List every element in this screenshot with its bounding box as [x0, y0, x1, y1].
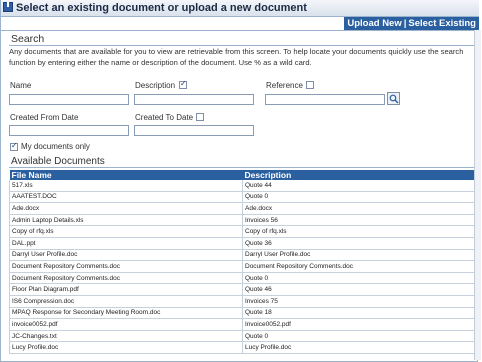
description-cell: Quote 0 — [242, 191, 475, 204]
table-row[interactable]: DAL.ppt Quote 36 — [9, 237, 475, 250]
reference-label: Reference — [266, 81, 303, 90]
name-input[interactable] — [9, 94, 129, 105]
description-cell: Invoices 56 — [242, 214, 475, 227]
table-row[interactable]: MPAQ Response for Secondary Meeting Room… — [9, 307, 475, 320]
search-button[interactable] — [387, 92, 400, 105]
document-dialog: Select an existing document or upload a … — [0, 0, 479, 362]
created-to-checkbox[interactable] — [196, 113, 204, 121]
table-row[interactable]: JC-Changes.txt Quote 0 — [9, 330, 475, 343]
tab-separator: | — [403, 18, 407, 29]
description-cell: Quote 36 — [242, 237, 475, 250]
file-name-cell[interactable]: Ade.docx — [9, 202, 243, 215]
description-cell: Copy of rfq.xls — [242, 225, 475, 238]
description-cell: Invoice0052.pdf — [242, 318, 475, 331]
reference-checkbox[interactable] — [306, 81, 314, 89]
table-row[interactable]: IS6 Compression.doc Invoices 75 — [9, 295, 475, 308]
table-row[interactable]: Ade.docx Ade.docx — [9, 202, 475, 215]
description-cell: Quote 44 — [242, 180, 475, 192]
search-heading: Search — [11, 33, 45, 45]
description-checkbox[interactable] — [179, 79, 187, 89]
vertical-scrollbar[interactable] — [474, 30, 481, 360]
file-name-cell[interactable]: Document Repository Comments.doc — [9, 260, 243, 273]
table-header-row: File Name Description — [9, 170, 475, 180]
table-row[interactable]: 517.xls Quote 44 — [9, 180, 475, 192]
description-cell: Quote 0 — [242, 330, 475, 343]
table-row[interactable]: Floor Plan Diagram.pdf Quote 46 — [9, 283, 475, 296]
file-name-cell[interactable]: DAL.ppt — [9, 237, 243, 250]
description-input[interactable] — [134, 94, 254, 105]
magnifier-icon — [389, 94, 399, 104]
my-documents-checkbox[interactable] — [10, 141, 18, 151]
table-row[interactable]: Darryl User Profile.doc Darryl User Profi… — [9, 249, 475, 262]
table-row[interactable]: invoice0052.pdf Invoice0052.pdf — [9, 318, 475, 331]
file-name-cell[interactable]: 517.xls — [9, 180, 243, 192]
created-from-label: Created From Date — [10, 113, 79, 122]
search-description: Any documents that are available for you… — [9, 47, 464, 67]
created-to-label: Created To Date — [135, 113, 194, 122]
file-name-cell[interactable]: IS6 Compression.doc — [9, 295, 243, 308]
table-row[interactable]: Admin Laptop Details.xls Invoices 56 — [9, 214, 475, 227]
documents-divider — [9, 167, 475, 168]
description-cell: Quote 18 — [242, 307, 475, 320]
description-cell: Darryl User Profile.doc — [242, 249, 475, 262]
description-cell: Lucy Profile.doc — [242, 341, 475, 354]
description-cell: Ade.docx — [242, 202, 475, 215]
tab-select-existing[interactable]: Select Existing — [408, 18, 476, 29]
name-label: Name — [10, 81, 32, 90]
description-label: Description — [135, 81, 176, 90]
documents-table: File Name Description 517.xls Quote 44 AA… — [9, 170, 475, 354]
tabs: Upload New | Select Existing — [344, 17, 479, 30]
upload-icon — [3, 2, 13, 12]
file-name-cell[interactable]: AAATEST.DOC — [9, 191, 243, 204]
table-row[interactable]: AAATEST.DOC Quote 0 — [9, 191, 475, 204]
description-cell: Quote 0 — [242, 272, 475, 285]
table-row[interactable]: Document Repository Comments.doc Quote 0 — [9, 272, 475, 285]
title-bar: Select an existing document or upload a … — [1, 0, 479, 17]
reference-input[interactable] — [265, 94, 385, 105]
created-to-input[interactable] — [134, 125, 254, 136]
file-name-cell[interactable]: Lucy Profile.doc — [9, 341, 243, 354]
window-title: Select an existing document or upload a … — [16, 2, 307, 14]
file-name-cell[interactable]: Admin Laptop Details.xls — [9, 214, 243, 227]
file-name-cell[interactable]: invoice0052.pdf — [9, 318, 243, 331]
file-name-cell[interactable]: Copy of rfq.xls — [9, 225, 243, 238]
file-name-cell[interactable]: JC-Changes.txt — [9, 330, 243, 343]
file-name-cell[interactable]: Document Repository Comments.doc — [9, 272, 243, 285]
column-header-file-name[interactable]: File Name — [9, 170, 243, 180]
file-name-cell[interactable]: MPAQ Response for Secondary Meeting Room… — [9, 307, 243, 320]
table-row[interactable]: Copy of rfq.xls Copy of rfq.xls — [9, 225, 475, 238]
column-header-description[interactable]: Description — [242, 170, 475, 180]
description-cell: Invoices 75 — [242, 295, 475, 308]
file-name-cell[interactable]: Floor Plan Diagram.pdf — [9, 283, 243, 296]
my-documents-label: My documents only — [21, 142, 90, 151]
description-cell: Document Repository Comments.doc — [242, 260, 475, 273]
tab-upload-new[interactable]: Upload New — [347, 18, 401, 29]
table-row[interactable]: Document Repository Comments.doc Document… — [9, 260, 475, 273]
tab-bar: Upload New | Select Existing — [1, 17, 479, 31]
table-row[interactable]: Lucy Profile.doc Lucy Profile.doc — [9, 341, 475, 354]
available-documents-heading: Available Documents — [11, 156, 105, 167]
file-name-cell[interactable]: Darryl User Profile.doc — [9, 249, 243, 262]
created-from-input[interactable] — [9, 125, 129, 136]
description-cell: Quote 46 — [242, 283, 475, 296]
